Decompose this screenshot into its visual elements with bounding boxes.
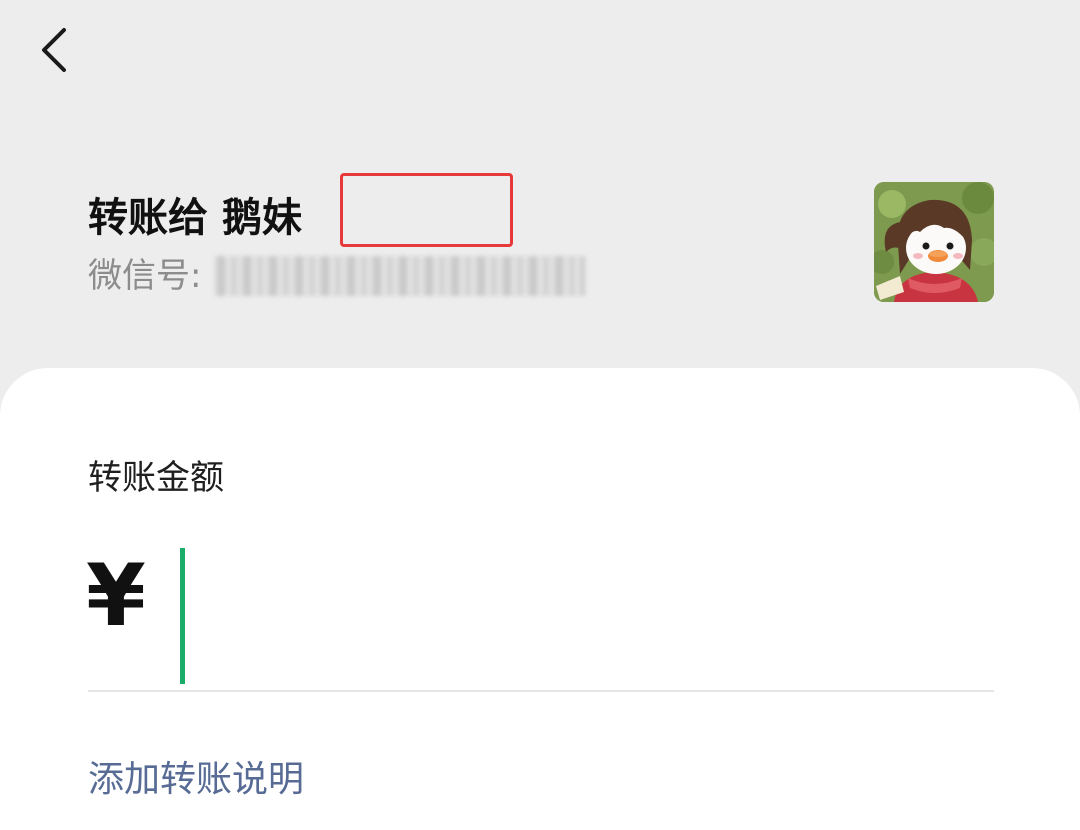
highlight-box bbox=[340, 173, 513, 247]
wechat-id-value-redacted: wxid_redacted bbox=[215, 256, 586, 296]
amount-label: 转账金额 bbox=[88, 458, 224, 498]
cartoon-avatar-icon bbox=[874, 182, 994, 302]
avatar[interactable] bbox=[874, 182, 994, 302]
chevron-left-icon bbox=[42, 28, 66, 72]
wechat-id-row: 微信号: wxid_redacted bbox=[88, 252, 848, 300]
currency-symbol: ¥ bbox=[86, 546, 146, 646]
transfer-page: 转账给 鹅妹 微信号: wxid_redacted bbox=[0, 0, 1080, 830]
recipient-name: 鹅妹 bbox=[222, 195, 302, 241]
add-note-link[interactable]: 添加转账说明 bbox=[88, 756, 304, 804]
divider bbox=[88, 690, 994, 692]
back-button[interactable] bbox=[28, 20, 84, 80]
transfer-card: 转账金额 ¥ 添加转账说明 bbox=[0, 368, 1080, 830]
amount-input[interactable] bbox=[176, 546, 994, 686]
text-cursor bbox=[180, 548, 185, 684]
recipient-info: 转账给 鹅妹 微信号: wxid_redacted bbox=[88, 173, 848, 300]
title-prefix: 转账给 bbox=[88, 195, 208, 241]
wechat-id-label: 微信号: bbox=[88, 256, 202, 296]
